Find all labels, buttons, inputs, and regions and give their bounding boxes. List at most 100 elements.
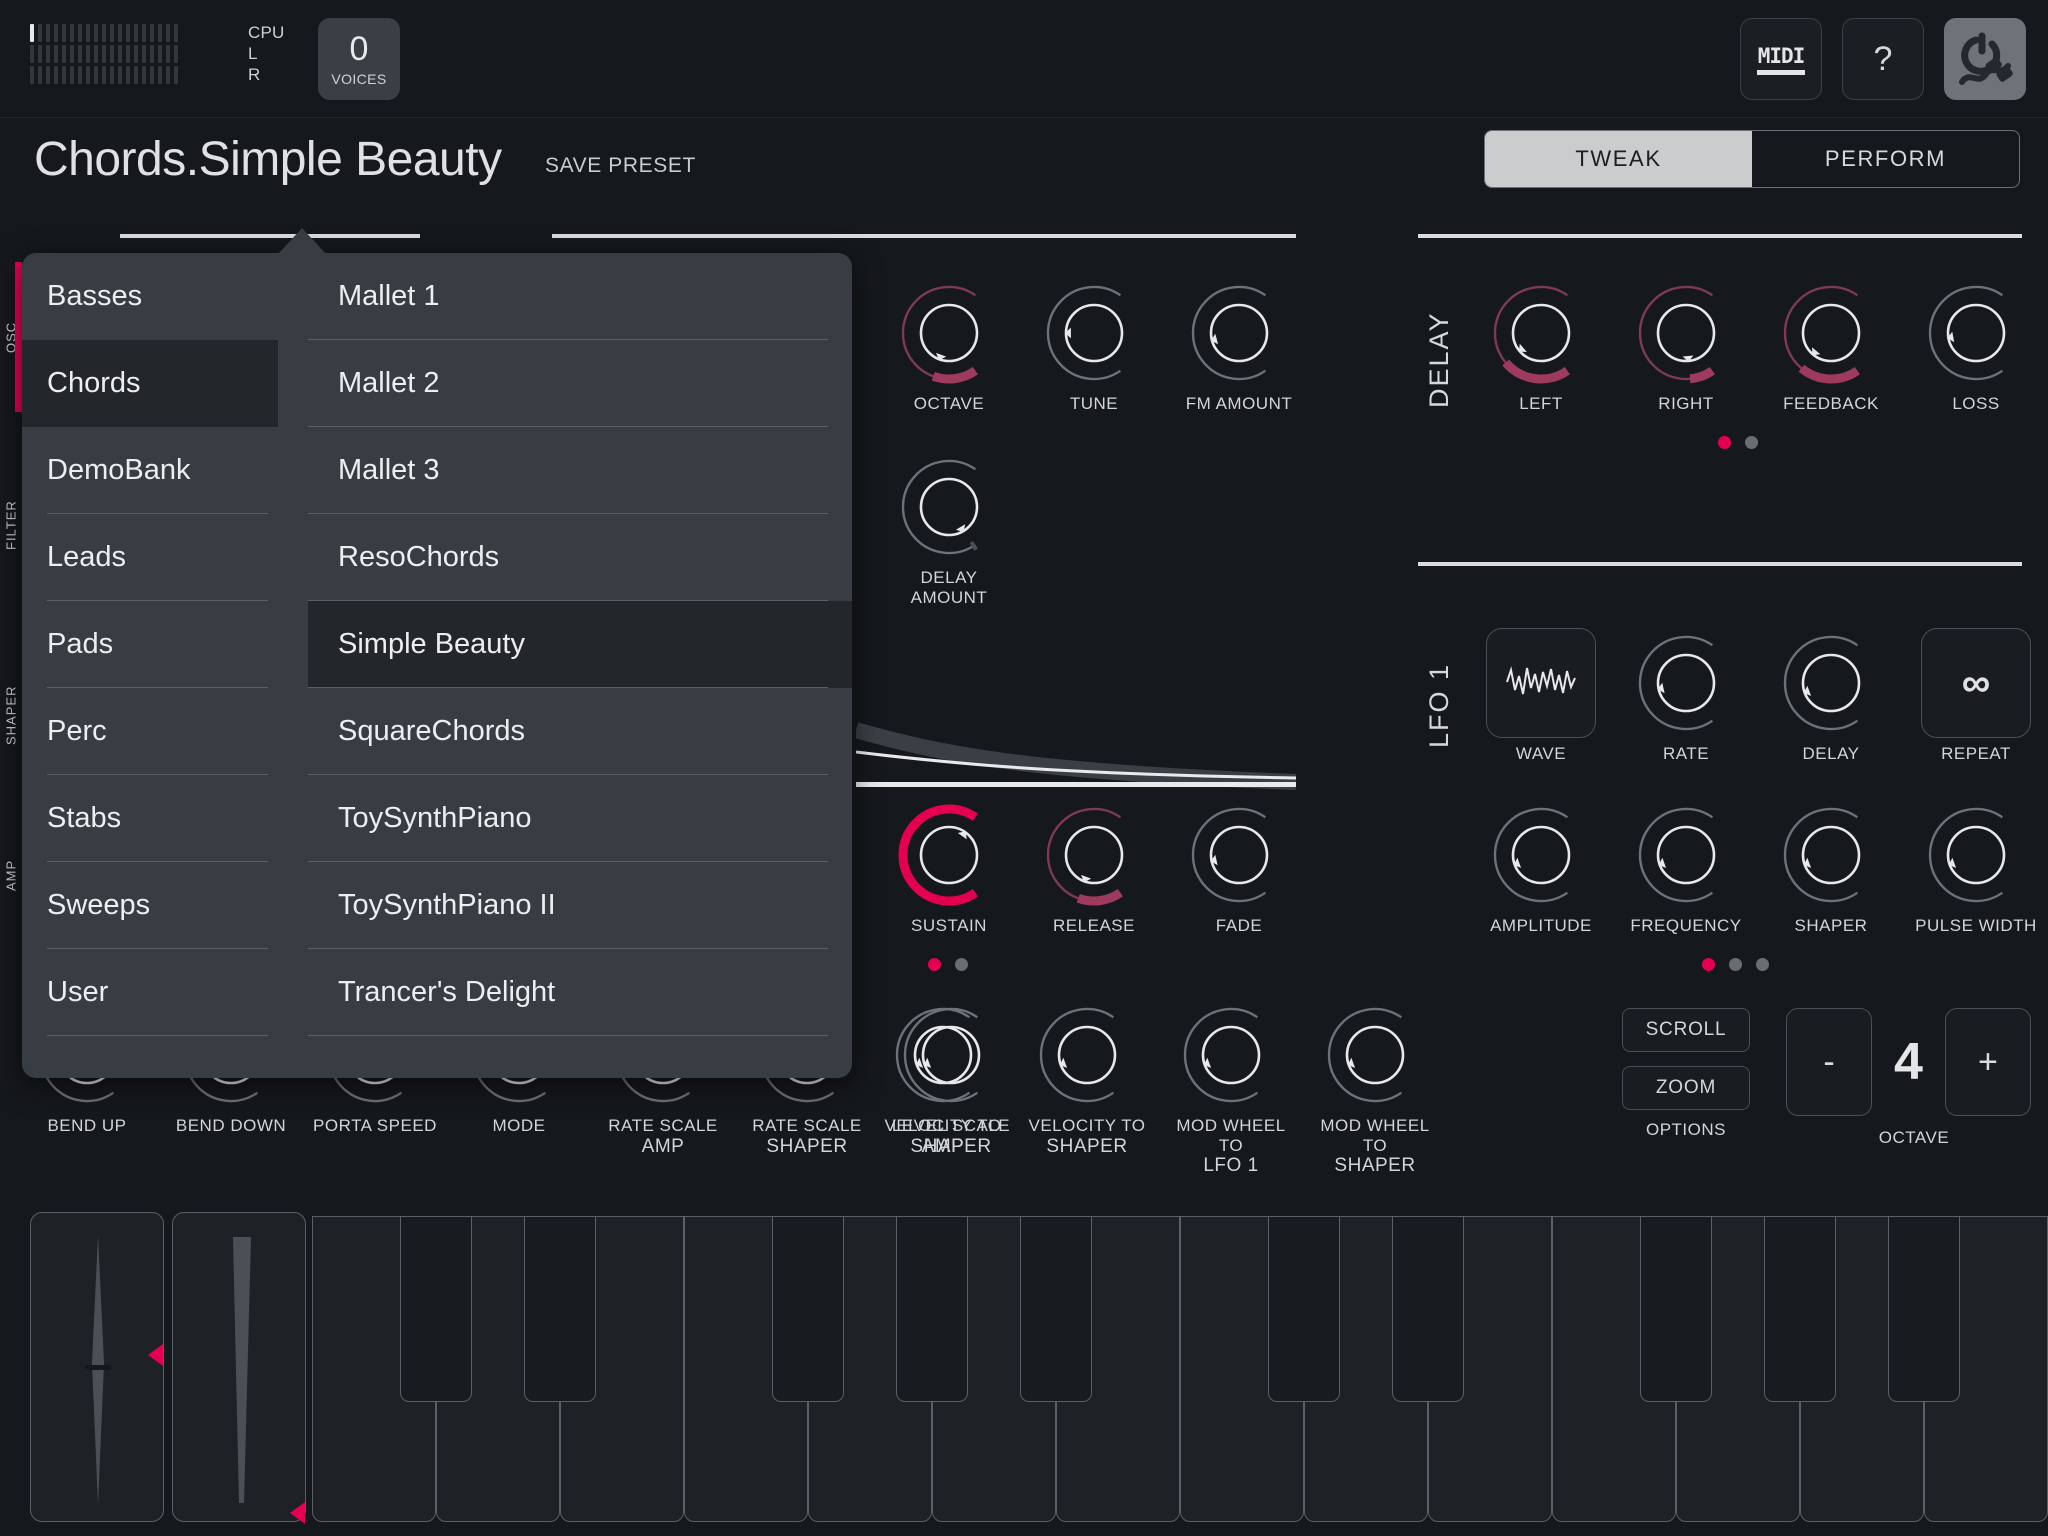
env-knob-fade[interactable]: FADE <box>1176 800 1302 936</box>
lfodest-knob-pulse-width[interactable]: PULSE WIDTH <box>1913 800 2039 936</box>
page-dot-2[interactable] <box>955 958 968 971</box>
preset-item-mallet-1[interactable]: Mallet 1 <box>308 253 852 340</box>
preset-item-toysynthpiano-ii[interactable]: ToySynthPiano II <box>308 862 852 949</box>
category-item-stabs[interactable]: Stabs <box>22 775 278 862</box>
section-tab-filter[interactable]: FILTER <box>0 450 22 600</box>
tab-perform[interactable]: PERFORM <box>1752 131 2019 187</box>
osc-knob-octave[interactable]: OCTAVE <box>886 278 1012 414</box>
octave-plus-button[interactable]: + <box>1944 1008 2031 1116</box>
knob-dial[interactable] <box>894 800 1004 910</box>
preset-item-simple-beauty[interactable]: Simple Beauty <box>308 601 852 688</box>
mod-wheel[interactable] <box>172 1212 306 1522</box>
osc-knob-fm-amount[interactable]: FM AMOUNT <box>1176 278 1302 414</box>
black-key[interactable] <box>524 1216 596 1402</box>
lfo-repeat[interactable]: ∞ REPEAT <box>1913 628 2039 764</box>
midi-button[interactable]: MIDI <box>1740 18 1822 100</box>
knob-dial[interactable] <box>1631 628 1741 738</box>
section-tab-shaper[interactable]: SHAPER <box>0 640 22 790</box>
param-knob-velocity-to[interactable]: VELOCITY TO SHAPER <box>1024 1000 1150 1157</box>
category-item-basses[interactable]: Basses <box>22 253 278 340</box>
page-dot-1[interactable] <box>1718 436 1731 449</box>
page-dot-3[interactable] <box>1756 958 1769 971</box>
knob-dial[interactable] <box>894 452 1004 562</box>
save-preset-button[interactable]: SAVE PRESET <box>545 154 696 178</box>
section-tab-amp[interactable]: AMP <box>0 800 22 950</box>
category-item-user[interactable]: User <box>22 949 278 1036</box>
black-key[interactable] <box>1888 1216 1960 1402</box>
lfo-knob-rate[interactable]: RATE <box>1623 628 1749 764</box>
category-item-perc[interactable]: Perc <box>22 688 278 775</box>
lfo-knob-delay[interactable]: DELAY <box>1768 628 1894 764</box>
audio-settings-button[interactable] <box>1944 18 2026 100</box>
param-knob-velocity-to[interactable]: VELOCITY TO AMP <box>880 1000 1006 1157</box>
knob-dial[interactable] <box>1921 800 2031 910</box>
preset-item-toysynthpiano[interactable]: ToySynthPiano <box>308 775 852 862</box>
section-tab-osc[interactable]: OSC <box>0 262 22 412</box>
page-title[interactable]: Chords.Simple Beauty <box>34 132 502 187</box>
knob-dial[interactable] <box>1776 278 1886 388</box>
category-item-sweeps[interactable]: Sweeps <box>22 862 278 949</box>
preset-item-mallet-3[interactable]: Mallet 3 <box>308 427 852 514</box>
envelope-page-dots[interactable] <box>928 958 968 971</box>
help-button[interactable]: ? <box>1842 18 1924 100</box>
page-dot-1[interactable] <box>1702 958 1715 971</box>
preset-item-squarechords[interactable]: SquareChords <box>308 688 852 775</box>
black-key[interactable] <box>1020 1216 1092 1402</box>
scroll-button[interactable]: SCROLL <box>1622 1008 1750 1052</box>
black-key[interactable] <box>1640 1216 1712 1402</box>
black-key[interactable] <box>1268 1216 1340 1402</box>
delay-knob-loss[interactable]: LOSS <box>1913 278 2039 414</box>
category-item-chords[interactable]: Chords <box>22 340 278 427</box>
knob-dial[interactable] <box>1486 800 1596 910</box>
black-key[interactable] <box>1764 1216 1836 1402</box>
knob-dial[interactable] <box>1631 278 1741 388</box>
osc-knob-delay-amount[interactable]: DELAY AMOUNT <box>886 452 1012 607</box>
param-knob-mod-wheel-to[interactable]: MOD WHEEL TO SHAPER <box>1312 1000 1438 1177</box>
osc-knob-tune[interactable]: TUNE <box>1031 278 1157 414</box>
knob-dial[interactable] <box>1776 800 1886 910</box>
delay-knob-right[interactable]: RIGHT <box>1623 278 1749 414</box>
delay-knob-feedback[interactable]: FEEDBACK <box>1768 278 1894 414</box>
knob-dial[interactable] <box>1184 278 1294 388</box>
param-knob-mod-wheel-to[interactable]: MOD WHEEL TO LFO 1 <box>1168 1000 1294 1177</box>
preset-item-resochords[interactable]: ResoChords <box>308 514 852 601</box>
knob-dial[interactable] <box>894 278 1004 388</box>
knob-dial[interactable] <box>1776 628 1886 738</box>
black-key[interactable] <box>400 1216 472 1402</box>
page-dot-2[interactable] <box>1729 958 1742 971</box>
page-dot-2[interactable] <box>1745 436 1758 449</box>
preset-item-mallet-2[interactable]: Mallet 2 <box>308 340 852 427</box>
knob-dial[interactable] <box>1184 800 1294 910</box>
category-item-demobank[interactable]: DemoBank <box>22 427 278 514</box>
zoom-button[interactable]: ZOOM <box>1622 1066 1750 1110</box>
black-key[interactable] <box>772 1216 844 1402</box>
infinity-icon[interactable]: ∞ <box>1921 628 2031 738</box>
lfo-wave[interactable]: WAVE <box>1478 628 1604 764</box>
black-key[interactable] <box>896 1216 968 1402</box>
knob-dial[interactable] <box>888 1000 998 1110</box>
tab-tweak[interactable]: TWEAK <box>1485 131 1752 187</box>
pitch-bend-wheel[interactable] <box>30 1212 164 1522</box>
knob-dial[interactable] <box>1320 1000 1430 1110</box>
category-item-pads[interactable]: Pads <box>22 601 278 688</box>
delay-page-dots[interactable] <box>1718 436 1758 449</box>
knob-dial[interactable] <box>1039 800 1149 910</box>
knob-dial[interactable] <box>1631 800 1741 910</box>
preset-item-trancer-s-delight[interactable]: Trancer's Delight <box>308 949 852 1036</box>
env-knob-sustain[interactable]: SUSTAIN <box>886 800 1012 936</box>
lfodest-knob-frequency[interactable]: FREQUENCY <box>1623 800 1749 936</box>
env-knob-release[interactable]: RELEASE <box>1031 800 1157 936</box>
page-dot-1[interactable] <box>928 958 941 971</box>
octave-minus-button[interactable]: - <box>1786 1008 1872 1116</box>
delay-knob-left[interactable]: LEFT <box>1478 278 1604 414</box>
knob-dial[interactable] <box>1921 278 2031 388</box>
knob-dial[interactable] <box>1176 1000 1286 1110</box>
lfo-page-dots[interactable] <box>1702 958 1769 971</box>
black-key[interactable] <box>1392 1216 1464 1402</box>
knob-dial[interactable] <box>1039 278 1149 388</box>
random-wave-icon[interactable] <box>1486 628 1596 738</box>
knob-dial[interactable] <box>1032 1000 1142 1110</box>
lfodest-knob-amplitude[interactable]: AMPLITUDE <box>1478 800 1604 936</box>
category-item-leads[interactable]: Leads <box>22 514 278 601</box>
lfodest-knob-shaper[interactable]: SHAPER <box>1768 800 1894 936</box>
